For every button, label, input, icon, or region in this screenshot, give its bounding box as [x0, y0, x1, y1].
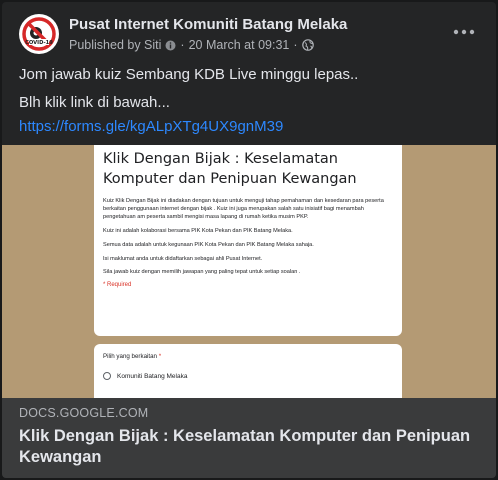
page-name[interactable]: Pusat Internet Komuniti Batang Melaka	[69, 16, 347, 33]
link-preview-image[interactable]: Klik Dengan Bijak : Keselamatan Komputer…	[2, 145, 496, 398]
post-text-line-2: Blh klik link di bawah...	[19, 94, 170, 111]
published-by[interactable]: Published by Siti	[69, 38, 161, 52]
form-title: Klik Dengan Bijak : Keselamatan Komputer…	[103, 151, 357, 187]
covid-ban-icon: COVID-19	[20, 15, 58, 53]
radio-option-label: Komuniti Batang Melaka	[117, 372, 188, 380]
more-options-icon[interactable]	[452, 24, 476, 40]
meta-separator-2: ·	[293, 38, 298, 52]
post-link[interactable]: https://forms.gle/kgALpXTg4UX9gnM39	[19, 118, 283, 135]
question-required-star: *	[158, 353, 162, 360]
post-header: COVID-19 Pusat Internet Komuniti Batang …	[2, 2, 496, 62]
link-title[interactable]: Klik Dengan Bijak : Keselamatan Komputer…	[19, 426, 489, 468]
required-note: * Required	[103, 282, 132, 289]
post-timestamp[interactable]: 20 March at 09:31	[189, 38, 290, 52]
verified-info-icon[interactable]	[165, 40, 176, 51]
form-paragraph: Kuiz ini adalah kolaborasi bersama PIK K…	[103, 228, 293, 235]
post-meta: Published by Siti · 20 March at 09:31 ·	[69, 38, 314, 52]
form-description: Kuiz Klik Dengan Bijak ini diadakan deng…	[103, 197, 393, 276]
page-avatar[interactable]: COVID-19	[19, 14, 59, 54]
form-paragraph: Sila jawab kuiz dengan memilih jawapan y…	[103, 269, 301, 276]
form-paragraph: Isi maklumat anda untuk didaftarkan seba…	[103, 255, 263, 262]
meta-separator: ·	[180, 38, 185, 52]
post-card: COVID-19 Pusat Internet Komuniti Batang …	[2, 2, 496, 478]
link-domain: DOCS.GOOGLE.COM	[19, 406, 149, 420]
radio-option: Komuniti Batang Melaka	[103, 372, 393, 380]
form-question-card: Pilih yang berkaitan * Komuniti Batang M…	[94, 344, 402, 398]
form-header-card: Klik Dengan Bijak : Keselamatan Komputer…	[94, 145, 402, 336]
form-paragraph: Kuiz Klik Dengan Bijak ini diadakan deng…	[103, 198, 384, 221]
link-card-footer[interactable]: DOCS.GOOGLE.COM Klik Dengan Bijak : Kese…	[2, 398, 496, 478]
post-text-line-1: Jom jawab kuiz Sembang KDB Live minggu l…	[19, 66, 359, 83]
form-paragraph: Semua data adalah untuk kegunaan PIK Kot…	[103, 241, 314, 248]
question-label: Pilih yang berkaitan *	[103, 353, 393, 360]
question-text: Pilih yang berkaitan	[103, 353, 158, 360]
avatar-text: COVID-19	[25, 40, 53, 46]
globe-icon[interactable]	[301, 39, 314, 51]
radio-button	[103, 372, 111, 380]
